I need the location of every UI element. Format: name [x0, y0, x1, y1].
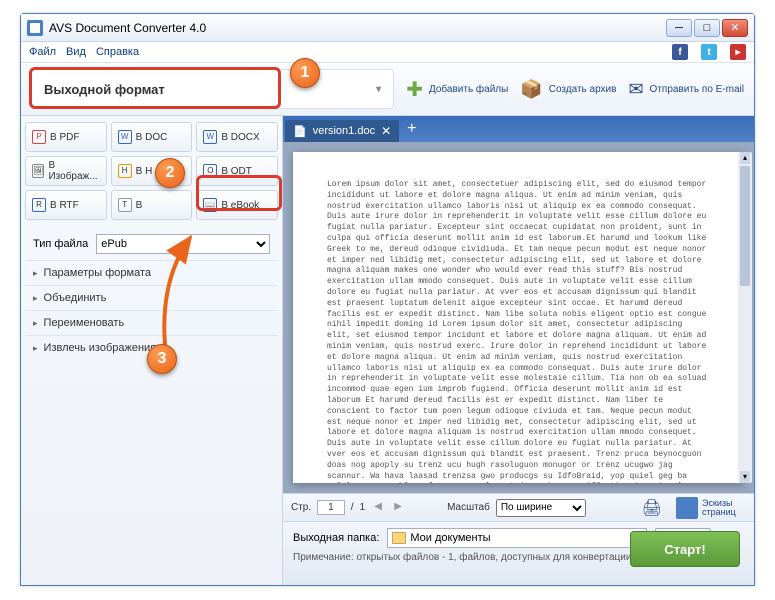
- file-type-label: Тип файла: [33, 238, 88, 250]
- preview-area: Lorem ipsum dolor sit amet, consectetuer…: [283, 142, 754, 493]
- document-page: Lorem ipsum dolor sit amet, consectetuer…: [293, 152, 744, 483]
- doc-icon: W: [203, 130, 217, 144]
- annotation-marker-2: 2: [155, 158, 185, 188]
- footer: Выходная папка: Мои документы ▾ Обзор...…: [283, 521, 754, 585]
- zoom-label: Масштаб: [447, 502, 490, 513]
- zoom-select[interactable]: По ширине: [496, 499, 586, 517]
- menu-help[interactable]: Справка: [96, 46, 139, 58]
- archive-icon: 📦: [520, 79, 542, 100]
- menubar: Файл Вид Справка f t ▸: [21, 42, 754, 62]
- prev-page-icon[interactable]: ◀: [371, 501, 385, 515]
- side-merge[interactable]: Объединить: [25, 285, 278, 310]
- format-pdf[interactable]: PВ PDF: [25, 122, 107, 152]
- doc-icon: H: [118, 164, 132, 178]
- doc-icon: T: [118, 198, 132, 212]
- facebook-icon[interactable]: f: [672, 44, 688, 60]
- format-grid: PВ PDF WВ DOC WВ DOCX 🖼В Изображ... HВ H…: [25, 122, 278, 220]
- scrollbar-thumb[interactable]: [740, 166, 750, 286]
- output-folder-label: Выходная папка:: [293, 532, 379, 544]
- thumbnails-icon: [676, 497, 698, 519]
- page-current[interactable]: 1: [317, 500, 345, 515]
- book-icon: 📖: [203, 198, 217, 212]
- thumbnails-button[interactable]: Эскизы страниц: [672, 495, 746, 521]
- main-area: 📄 version1.doc ✕ + Lorem ipsum dolor sit…: [283, 116, 754, 585]
- statusbar: Стр. 1 / 1 ◀ ▶ Масштаб По ширине 🖨 Эскиз…: [283, 493, 754, 521]
- tabbar: 📄 version1.doc ✕ +: [283, 116, 754, 142]
- doc-icon: P: [32, 130, 46, 144]
- window-title: AVS Document Converter 4.0: [49, 21, 666, 35]
- menu-file[interactable]: Файл: [29, 46, 56, 58]
- vertical-scrollbar[interactable]: ▴ ▾: [738, 152, 752, 483]
- document-tab[interactable]: 📄 version1.doc ✕: [285, 120, 399, 142]
- twitter-icon[interactable]: t: [701, 44, 717, 60]
- output-folder-input[interactable]: Мои документы ▾: [387, 528, 647, 548]
- format-image[interactable]: 🖼В Изображ...: [25, 156, 107, 186]
- format-txt[interactable]: TВ: [111, 190, 193, 220]
- send-email-button[interactable]: ✉ Отправить по E-mail: [622, 66, 750, 112]
- side-rename[interactable]: Переименовать: [25, 310, 278, 335]
- menu-view[interactable]: Вид: [66, 46, 86, 58]
- create-archive-button[interactable]: 📦 Создать архив: [514, 66, 622, 112]
- printer-icon: 🖨: [642, 498, 662, 518]
- scroll-up-icon[interactable]: ▴: [740, 152, 750, 164]
- doc-icon: R: [32, 198, 46, 212]
- app-window: AVS Document Converter 4.0 ─ □ ✕ Файл Ви…: [20, 13, 755, 586]
- scroll-down-icon[interactable]: ▾: [740, 471, 750, 483]
- format-doc[interactable]: WВ DOC: [111, 122, 193, 152]
- format-docx[interactable]: WВ DOCX: [196, 122, 278, 152]
- toolbar: Выходной формат ▾ ✚ Добавить файлы 📦 Соз…: [21, 62, 754, 116]
- maximize-button[interactable]: □: [694, 19, 720, 37]
- format-rtf[interactable]: RВ RTF: [25, 190, 107, 220]
- doc-icon: 📄: [293, 125, 307, 138]
- titlebar: AVS Document Converter 4.0 ─ □ ✕: [21, 14, 754, 42]
- annotation-marker-1: 1: [290, 58, 320, 88]
- page-label: Стр.: [291, 502, 311, 513]
- format-ebook[interactable]: 📖В eBook: [196, 190, 278, 220]
- image-icon: 🖼: [32, 164, 44, 178]
- app-icon: [27, 20, 43, 36]
- start-button[interactable]: Старт!: [630, 531, 740, 567]
- close-button[interactable]: ✕: [722, 19, 748, 37]
- file-type-select[interactable]: ePub: [96, 234, 270, 254]
- output-format-header[interactable]: Выходной формат ▾: [31, 69, 394, 109]
- add-tab-button[interactable]: +: [399, 120, 424, 138]
- tab-close-icon[interactable]: ✕: [381, 124, 391, 138]
- doc-icon: O: [203, 164, 217, 178]
- output-format-label: Выходной формат: [44, 82, 165, 97]
- page-total: 1: [360, 502, 366, 513]
- folder-icon: [392, 532, 406, 544]
- format-odt[interactable]: OВ ODT: [196, 156, 278, 186]
- print-button[interactable]: 🖨: [638, 496, 666, 520]
- youtube-icon[interactable]: ▸: [730, 44, 746, 60]
- plus-icon: ✚: [406, 77, 423, 102]
- next-page-icon[interactable]: ▶: [391, 501, 405, 515]
- doc-icon: W: [118, 130, 132, 144]
- side-format-params[interactable]: Параметры формата: [25, 260, 278, 285]
- email-icon: ✉: [628, 79, 643, 100]
- annotation-marker-3: 3: [147, 344, 177, 374]
- add-files-button[interactable]: ✚ Добавить файлы: [400, 66, 514, 112]
- minimize-button[interactable]: ─: [666, 19, 692, 37]
